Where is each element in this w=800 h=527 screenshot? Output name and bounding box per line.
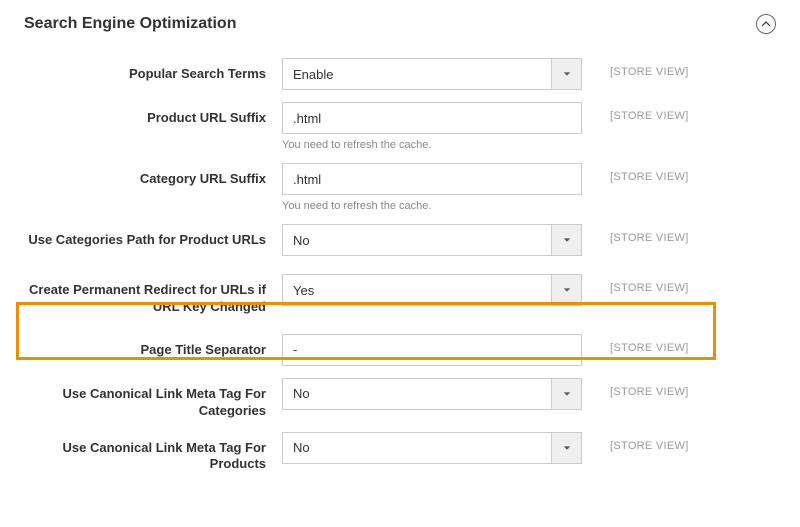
input-page-title-separator[interactable] [282, 334, 582, 366]
select-value: No [283, 440, 551, 455]
select-value: Yes [283, 283, 551, 298]
label-product-url-suffix: Product URL Suffix [24, 102, 282, 127]
caret-down-icon [551, 275, 581, 305]
row-use-categories-path: Use Categories Path for Product URLs No … [24, 224, 776, 256]
label-canonical-categories: Use Canonical Link Meta Tag For Categori… [24, 378, 282, 420]
select-canonical-categories[interactable]: No [282, 378, 582, 410]
label-popular-search-terms: Popular Search Terms [24, 58, 282, 83]
section-title: Search Engine Optimization [24, 15, 236, 33]
chevron-up-icon [761, 19, 771, 29]
scope-label: [STORE VIEW] [582, 274, 702, 294]
caret-down-icon [551, 433, 581, 463]
row-canonical-products: Use Canonical Link Meta Tag For Products… [24, 432, 776, 474]
scope-label: [STORE VIEW] [582, 58, 702, 78]
label-use-categories-path: Use Categories Path for Product URLs [24, 224, 282, 249]
row-popular-search-terms: Popular Search Terms Enable [STORE VIEW] [24, 58, 776, 90]
row-product-url-suffix: Product URL Suffix You need to refresh t… [24, 102, 776, 151]
input-product-url-suffix[interactable] [282, 102, 582, 134]
label-canonical-products: Use Canonical Link Meta Tag For Products [24, 432, 282, 474]
select-value: No [283, 386, 551, 401]
helper-category-url-suffix: You need to refresh the cache. [282, 200, 582, 212]
row-permanent-redirect: Create Permanent Redirect for URLs if UR… [24, 268, 776, 322]
row-category-url-suffix: Category URL Suffix You need to refresh … [24, 163, 776, 212]
scope-label: [STORE VIEW] [582, 378, 702, 398]
scope-label: [STORE VIEW] [582, 163, 702, 183]
caret-down-icon [551, 59, 581, 89]
select-value: Enable [283, 67, 551, 82]
select-value: No [283, 233, 551, 248]
scope-label: [STORE VIEW] [582, 102, 702, 122]
label-category-url-suffix: Category URL Suffix [24, 163, 282, 188]
scope-label: [STORE VIEW] [582, 432, 702, 452]
section-header: Search Engine Optimization [0, 0, 800, 48]
helper-product-url-suffix: You need to refresh the cache. [282, 139, 582, 151]
scope-label: [STORE VIEW] [582, 224, 702, 244]
select-canonical-products[interactable]: No [282, 432, 582, 464]
label-permanent-redirect: Create Permanent Redirect for URLs if UR… [24, 274, 282, 316]
select-use-categories-path[interactable]: No [282, 224, 582, 256]
select-popular-search-terms[interactable]: Enable [282, 58, 582, 90]
collapse-button[interactable] [756, 14, 776, 34]
form-area: Popular Search Terms Enable [STORE VIEW]… [0, 48, 800, 473]
caret-down-icon [551, 379, 581, 409]
row-page-title-separator: Page Title Separator [STORE VIEW] [24, 334, 776, 366]
caret-down-icon [551, 225, 581, 255]
input-category-url-suffix[interactable] [282, 163, 582, 195]
row-canonical-categories: Use Canonical Link Meta Tag For Categori… [24, 378, 776, 420]
scope-label: [STORE VIEW] [582, 334, 702, 354]
label-page-title-separator: Page Title Separator [24, 334, 282, 359]
select-permanent-redirect[interactable]: Yes [282, 274, 582, 306]
